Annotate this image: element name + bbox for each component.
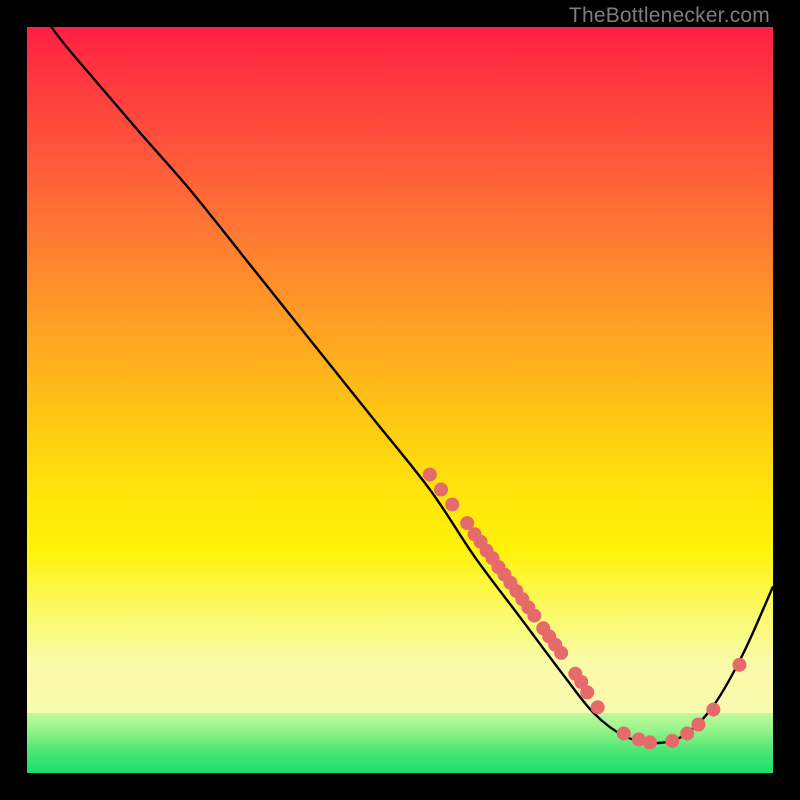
chart-stage: TheBottlenecker.com <box>0 0 800 800</box>
chart-marker <box>691 718 705 732</box>
chart-marker <box>732 658 746 672</box>
chart-marker <box>434 483 448 497</box>
chart-markers <box>423 468 747 750</box>
chart-marker <box>643 735 657 749</box>
chart-marker <box>527 609 541 623</box>
chart-svg <box>27 27 773 773</box>
chart-marker <box>423 468 437 482</box>
attribution-text: TheBottlenecker.com <box>569 4 770 28</box>
chart-marker <box>580 685 594 699</box>
chart-marker <box>554 646 568 660</box>
chart-marker <box>665 734 679 748</box>
chart-curve <box>27 27 773 743</box>
chart-marker <box>617 726 631 740</box>
chart-marker <box>591 700 605 714</box>
chart-marker <box>680 726 694 740</box>
plot-area <box>27 27 773 773</box>
chart-marker <box>445 497 459 511</box>
chart-marker <box>706 703 720 717</box>
